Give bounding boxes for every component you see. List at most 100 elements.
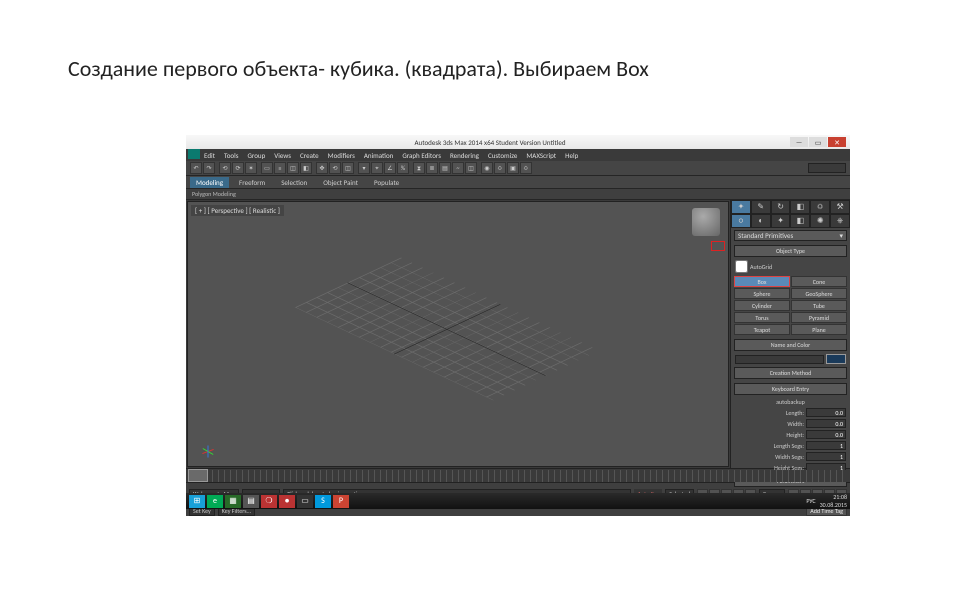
- task-powerpoint-icon[interactable]: P: [333, 495, 349, 508]
- object-color-swatch[interactable]: [826, 354, 846, 364]
- menu-rendering[interactable]: Rendering: [450, 151, 479, 160]
- ribbon-selection[interactable]: Selection: [275, 177, 313, 188]
- task-app-icon[interactable]: ▭: [297, 495, 313, 508]
- search-input[interactable]: [808, 163, 846, 173]
- teapot-button[interactable]: Teapot: [734, 324, 790, 335]
- refcoord-button[interactable]: ▾: [358, 162, 370, 174]
- window-crossing-button[interactable]: ◧: [300, 162, 312, 174]
- redo-button[interactable]: ↷: [203, 162, 215, 174]
- geosphere-button[interactable]: GeoSphere: [791, 288, 847, 299]
- curve-editor-button[interactable]: ~: [452, 162, 464, 174]
- layers-button[interactable]: ▤: [439, 162, 451, 174]
- close-button[interactable]: ✕: [828, 137, 846, 147]
- menu-create[interactable]: Create: [300, 151, 319, 160]
- rotate-button[interactable]: ⟲: [329, 162, 341, 174]
- task-explorer-icon[interactable]: ▤: [243, 495, 259, 508]
- link-button[interactable]: ⟲: [219, 162, 231, 174]
- maximize-button[interactable]: ▭: [809, 137, 827, 147]
- width-spinner[interactable]: 0.0: [806, 419, 846, 428]
- menu-modifiers[interactable]: Modifiers: [328, 151, 355, 160]
- cameras-subtab[interactable]: ◧: [790, 214, 810, 228]
- unlink-button[interactable]: ⟳: [232, 162, 244, 174]
- name-color-header[interactable]: Name and Color: [734, 339, 847, 351]
- cylinder-button[interactable]: Cylinder: [734, 300, 790, 311]
- modify-tab[interactable]: ✎: [751, 200, 771, 214]
- menu-views[interactable]: Views: [274, 151, 291, 160]
- plane-button[interactable]: Plane: [791, 324, 847, 335]
- menu-tools[interactable]: Tools: [224, 151, 239, 160]
- scale-button[interactable]: ◫: [342, 162, 354, 174]
- task-yandex-icon[interactable]: ❍: [261, 495, 277, 508]
- create-tab[interactable]: ✦: [731, 200, 751, 214]
- task-red-icon[interactable]: ●: [279, 495, 295, 508]
- torus-button[interactable]: Torus: [734, 312, 790, 323]
- hierarchy-tab[interactable]: ↻: [771, 200, 791, 214]
- menu-edit[interactable]: Edit: [204, 151, 215, 160]
- select-name-button[interactable]: ≡: [274, 162, 286, 174]
- utilities-tab[interactable]: ⚒: [830, 200, 850, 214]
- select-region-button[interactable]: ◫: [287, 162, 299, 174]
- render-setup-button[interactable]: ☼: [494, 162, 506, 174]
- creation-method-header[interactable]: Creation Method: [734, 367, 847, 379]
- menu-grapheditors[interactable]: Graph Editors: [402, 151, 441, 160]
- object-type-header[interactable]: Object Type: [734, 245, 847, 257]
- pyramid-button[interactable]: Pyramid: [791, 312, 847, 323]
- bind-button[interactable]: ✶: [245, 162, 257, 174]
- primitive-category-dropdown[interactable]: Standard Primitives▾: [734, 230, 847, 241]
- timeline[interactable]: [186, 468, 850, 482]
- ribbon-populate[interactable]: Populate: [368, 177, 405, 188]
- ribbon-freeform[interactable]: Freeform: [233, 177, 271, 188]
- angle-snap-button[interactable]: ∠: [384, 162, 396, 174]
- menu-maxscript[interactable]: MAXScript: [526, 151, 556, 160]
- viewport-perspective[interactable]: [ + ] [ Perspective ] [ Realistic ]: [187, 201, 729, 467]
- systems-subtab[interactable]: ⎈: [830, 214, 850, 228]
- ribbon-objectpaint[interactable]: Object Paint: [317, 177, 364, 188]
- task-skype-icon[interactable]: S: [315, 495, 331, 508]
- time-slider[interactable]: [188, 469, 208, 482]
- mirror-button[interactable]: ⧗: [413, 162, 425, 174]
- viewport-label[interactable]: [ + ] [ Perspective ] [ Realistic ]: [191, 205, 284, 216]
- object-name-input[interactable]: [735, 355, 824, 364]
- ribbon-sub[interactable]: Polygon Modeling: [186, 189, 850, 200]
- geometry-subtab[interactable]: ○: [731, 214, 751, 228]
- widthsegs-spinner[interactable]: 1: [806, 452, 846, 461]
- select-button[interactable]: ▭: [261, 162, 273, 174]
- autogrid-checkbox[interactable]: [735, 260, 748, 273]
- helpers-subtab[interactable]: ✺: [810, 214, 830, 228]
- lights-subtab[interactable]: ✦: [771, 214, 791, 228]
- start-button[interactable]: ⊞: [189, 495, 205, 508]
- cone-button[interactable]: Cone: [791, 276, 847, 287]
- tray-time[interactable]: 21:08: [820, 493, 847, 501]
- lengthsegs-spinner[interactable]: 1: [806, 441, 846, 450]
- task-excel-icon[interactable]: ▦: [225, 495, 241, 508]
- app-logo-icon[interactable]: [188, 149, 200, 159]
- motion-tab[interactable]: ◧: [790, 200, 810, 214]
- minimize-button[interactable]: —: [790, 137, 808, 147]
- percent-snap-button[interactable]: %: [397, 162, 409, 174]
- material-editor-button[interactable]: ◉: [481, 162, 493, 174]
- align-button[interactable]: ≣: [426, 162, 438, 174]
- snap-button[interactable]: ⌖: [371, 162, 383, 174]
- undo-button[interactable]: ↶: [190, 162, 202, 174]
- menu-group[interactable]: Group: [247, 151, 265, 160]
- timeline-ruler[interactable]: [188, 470, 848, 482]
- render-frame-button[interactable]: ▣: [507, 162, 519, 174]
- height-spinner[interactable]: 0.0: [806, 430, 846, 439]
- menu-customize[interactable]: Customize: [488, 151, 517, 160]
- display-tab[interactable]: ☼: [810, 200, 830, 214]
- schematic-button[interactable]: ◫: [465, 162, 477, 174]
- tray-lang[interactable]: РУС: [806, 497, 815, 505]
- viewcube[interactable]: [692, 208, 720, 236]
- render-button[interactable]: ☼: [520, 162, 532, 174]
- tube-button[interactable]: Tube: [791, 300, 847, 311]
- move-button[interactable]: ✥: [316, 162, 328, 174]
- shapes-subtab[interactable]: ◐: [751, 214, 771, 228]
- sphere-button[interactable]: Sphere: [734, 288, 790, 299]
- length-spinner[interactable]: 0.0: [806, 408, 846, 417]
- box-button[interactable]: Box: [734, 276, 790, 287]
- ribbon-modeling[interactable]: Modeling: [190, 177, 229, 188]
- menu-help[interactable]: Help: [565, 151, 578, 160]
- keyboard-entry-header[interactable]: Keyboard Entry: [734, 383, 847, 395]
- task-ie-icon[interactable]: e: [207, 495, 223, 508]
- menu-animation[interactable]: Animation: [364, 151, 393, 160]
